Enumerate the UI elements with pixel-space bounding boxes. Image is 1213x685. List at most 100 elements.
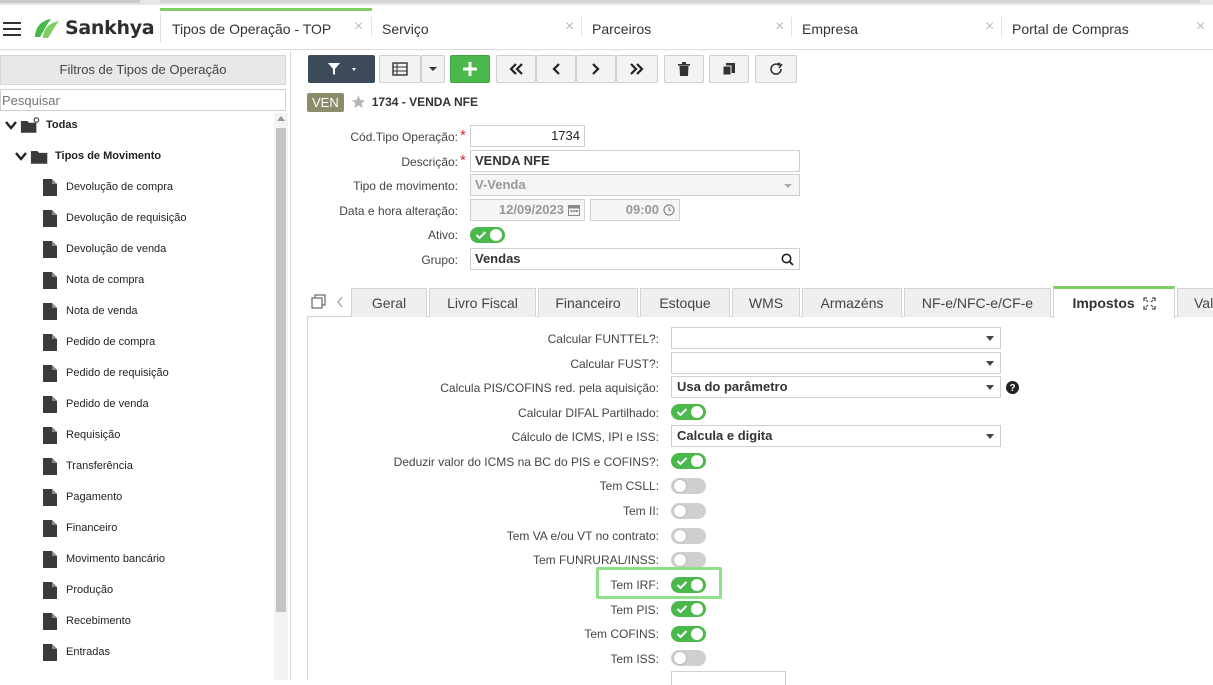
cod-tipo-operacao-field[interactable]: 1734 <box>470 125 585 147</box>
tab-geral[interactable]: Geral <box>351 288 427 317</box>
calculo-icms-select[interactable]: Calcula e digita <box>671 425 1001 447</box>
tab-portal-de-compras[interactable]: Portal de Compras × <box>1002 5 1213 49</box>
calendar-icon <box>568 205 580 216</box>
tree-item[interactable]: Produção <box>43 578 113 602</box>
prev-record-button[interactable] <box>536 55 576 83</box>
document-icon <box>43 395 57 413</box>
deduzir-icms-toggle[interactable] <box>671 453 706 469</box>
document-icon <box>43 333 57 351</box>
tab-parceiros[interactable]: Parceiros × <box>582 5 792 49</box>
first-record-button[interactable] <box>496 55 536 83</box>
tree-item-label: Devolução de compra <box>66 181 174 193</box>
calcular-funttel-label: Calcular FUNTTEL?: <box>547 332 659 346</box>
add-button[interactable] <box>450 55 490 83</box>
tabs-overview-icon[interactable] <box>311 294 327 310</box>
star-icon[interactable] <box>350 94 367 110</box>
expand-icon[interactable] <box>1142 297 1156 310</box>
tem-ii-label: Tem II: <box>622 504 659 518</box>
close-icon[interactable]: × <box>775 18 784 36</box>
filter-button[interactable] <box>308 55 375 83</box>
document-icon <box>43 271 57 289</box>
close-icon[interactable]: × <box>354 18 363 36</box>
tree-item[interactable]: Nota de compra <box>43 268 144 292</box>
next-record-button[interactable] <box>576 55 616 83</box>
difal-toggle[interactable] <box>671 404 706 420</box>
partial-field[interactable] <box>671 671 786 685</box>
tree-item-label: Nota de compra <box>66 274 145 286</box>
tab-livro-fiscal[interactable]: Livro Fiscal <box>429 288 536 317</box>
grid-view-dropdown[interactable] <box>421 55 445 83</box>
tem-cofins-toggle[interactable] <box>671 626 706 642</box>
record-type-badge: VEN <box>307 92 344 112</box>
search-input[interactable] <box>0 89 286 111</box>
duplicate-button[interactable] <box>709 55 749 83</box>
last-record-button[interactable] <box>616 55 658 83</box>
tree-item[interactable]: Entradas <box>43 640 110 664</box>
close-icon[interactable]: × <box>1196 18 1205 36</box>
grid-view-button[interactable] <box>379 55 421 83</box>
tab-nfe[interactable]: NF-e/NFC-e/CF-e <box>904 288 1051 317</box>
descricao-field[interactable]: VENDA NFE <box>470 150 800 172</box>
ativo-toggle[interactable] <box>470 227 505 243</box>
tab-servico[interactable]: Serviço × <box>372 5 582 49</box>
refresh-button[interactable] <box>755 55 797 83</box>
tree-item[interactable]: Devolução de requisição <box>43 206 186 230</box>
tree-scrollbar[interactable] <box>274 113 288 680</box>
tab-impostos[interactable]: Impostos <box>1053 286 1175 318</box>
tem-iss-label: Tem ISS: <box>610 652 659 666</box>
sankhya-logo[interactable]: Sankhya <box>32 15 155 41</box>
tipo-movimento-select: V-Venda <box>470 174 800 196</box>
chevron-down-icon[interactable] <box>14 149 28 163</box>
tem-csll-toggle[interactable] <box>671 478 706 494</box>
tab-tipos-de-operacao[interactable]: Tipos de Operação - TOP × <box>160 5 372 49</box>
chevron-down-icon[interactable] <box>4 118 18 132</box>
help-icon[interactable]: ? <box>1006 381 1019 394</box>
chevron-left-icon[interactable] <box>336 296 344 308</box>
tab-estoque[interactable]: Estoque <box>640 288 730 317</box>
tab-label: Serviço <box>382 21 429 37</box>
tree-item[interactable]: Movimento bancário <box>43 547 165 571</box>
delete-button[interactable] <box>664 55 704 83</box>
tree-item[interactable]: Pagamento <box>43 485 122 509</box>
scroll-up-icon[interactable] <box>277 116 285 121</box>
tem-va-vt-toggle[interactable] <box>671 528 706 544</box>
tem-iss-toggle[interactable] <box>671 650 706 666</box>
calcular-fust-select[interactable] <box>671 352 1001 374</box>
difal-label: Calcular DIFAL Partilhado: <box>518 406 659 420</box>
calcular-funttel-select[interactable] <box>671 327 1001 349</box>
svg-text:?: ? <box>1009 383 1015 394</box>
tem-pis-label: Tem PIS: <box>610 603 659 617</box>
tab-empresa[interactable]: Empresa × <box>792 5 1002 49</box>
tem-funrural-toggle[interactable] <box>671 552 706 568</box>
tree-item-label: Produção <box>66 584 114 596</box>
tree-item[interactable]: Transferência <box>43 454 133 478</box>
menu-icon[interactable] <box>3 22 21 36</box>
tem-pis-toggle[interactable] <box>671 601 706 617</box>
pis-cofins-red-select[interactable]: Usa do parâmetro <box>671 376 1001 398</box>
tree-item[interactable]: Pedido de compra <box>43 330 155 354</box>
caret-down-icon <box>986 385 994 390</box>
grupo-field[interactable]: Vendas <box>470 248 800 270</box>
tree-item[interactable]: Nota de venda <box>43 299 138 323</box>
tree-item[interactable]: Pedido de venda <box>43 392 149 416</box>
close-icon[interactable]: × <box>565 18 574 36</box>
tab-wms[interactable]: WMS <box>732 288 800 317</box>
tree-item[interactable]: Recebimento <box>43 609 131 633</box>
tab-financeiro[interactable]: Financeiro <box>538 288 638 317</box>
tree-item-label: Transferência <box>66 460 133 472</box>
filter-panel-title[interactable]: Filtros de Tipos de Operação <box>0 55 286 85</box>
scrollbar-thumb[interactable] <box>276 128 286 612</box>
tem-irf-toggle[interactable] <box>671 577 706 593</box>
tab-val[interactable]: Val <box>1177 288 1213 317</box>
tree-item[interactable]: Financeiro <box>43 516 117 540</box>
tree-item[interactable]: Requisição <box>43 423 120 447</box>
tree-item[interactable]: Devolução de compra <box>43 175 173 199</box>
search-icon[interactable] <box>781 253 794 266</box>
tree-group[interactable]: Tipos de Movimento <box>14 144 161 168</box>
tab-armazens[interactable]: Armazéns <box>802 288 902 317</box>
close-icon[interactable]: × <box>985 18 994 36</box>
tem-ii-toggle[interactable] <box>671 503 706 519</box>
tree-item[interactable]: Devolução de venda <box>43 237 166 261</box>
tree-item[interactable]: Pedido de requisição <box>43 361 169 385</box>
tree-root[interactable]: Todas <box>4 113 78 137</box>
